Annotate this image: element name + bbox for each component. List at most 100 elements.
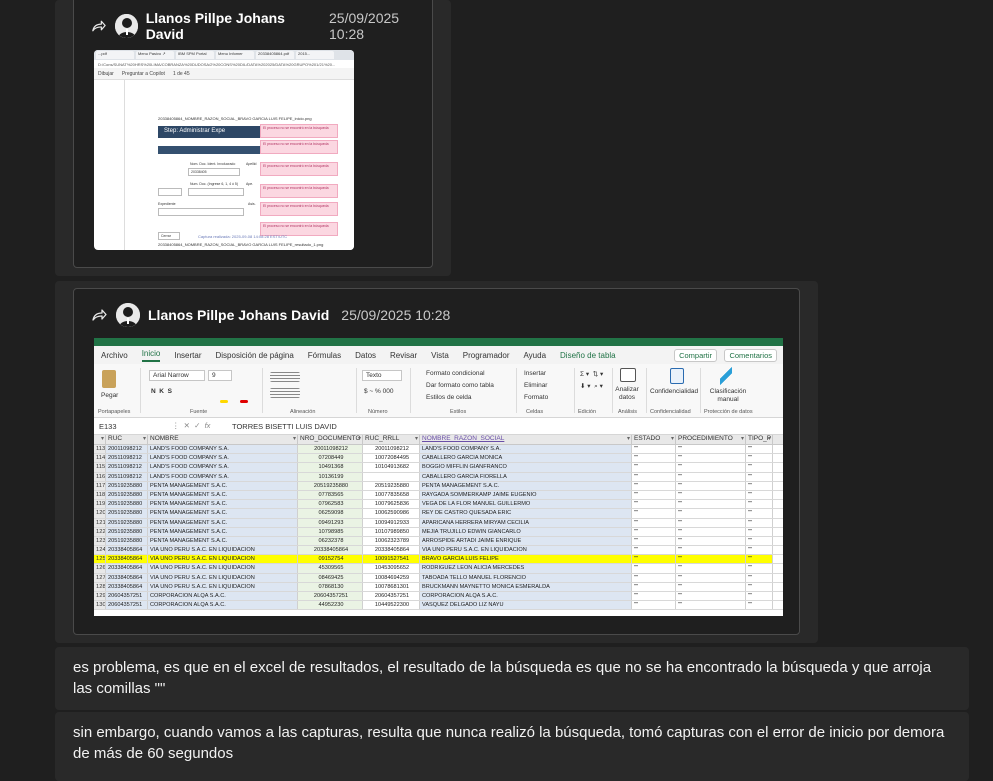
editing-icons: Σ ▾ ⇅ ▾ [580,371,604,378]
table-cell: 07208449 [298,454,363,463]
table-cell: CABALLERO GARCIA FIORELLA [420,472,632,481]
ribbon-separator [612,368,613,413]
table-cell: BRUCKMANN MAYNETTO MONICA ESMERALDA [420,582,632,591]
format-cells: Formato [524,394,549,401]
spreadsheet-grid: RUC NOMBRE NRO_DOCUMENTO RUC_RRLL NOMBRE… [94,435,783,611]
table-cell: "" [746,582,773,591]
table-cell: "" [746,527,773,536]
table-cell: BRAVO GARCIA LUIS FELIPE [420,555,632,564]
browser-tab: Menu Pasivo ↗ [136,51,174,59]
table-cell: "" [632,536,676,546]
align-icon [270,388,300,398]
table-cell: "" [676,454,746,463]
table-cell: 44952230 [298,601,363,610]
column-header: ESTADO [632,435,676,444]
table-cell: "" [676,490,746,500]
menu-datos: Datos [355,350,377,360]
forwarded-message-card[interactable]: Llanos Pillpe Johans David 25/09/2025 10… [73,0,433,268]
table-cell: "" [632,592,676,601]
table-cell: "" [632,527,676,536]
table-cell [363,472,420,481]
share-button-thumb: Compartir [674,349,717,362]
table-cell: 20338405864 [106,546,148,555]
excel-menu: Archivo Inicio Insertar Disposición de p… [94,346,783,364]
forwarded-message-card[interactable]: Llanos Pillpe Johans David 25/09/2025 10… [73,288,800,635]
table-row: 122 20519235880 PENTA MANAGEMENT S.A.C. 107… [94,527,783,537]
table-cell: "" [746,564,773,573]
table-cell: 10453095652 [363,564,420,573]
table-cell: RODRIGUEZ LEON ALICIA MERCEDES [420,564,632,573]
menu-vista: Vista [431,350,449,360]
person-avatar-icon [115,14,138,38]
analyze-icon [620,368,636,382]
table-cell: 20604357251 [106,601,148,610]
table-cell: 20011098212 [298,445,363,454]
font-size-box: 9 [208,370,232,381]
table-cell: PENTA MANAGEMENT S.A.C. [148,500,298,509]
table-cell: "" [746,463,773,472]
classification-icon [720,366,732,386]
sender-name[interactable]: Llanos Pillpe Johans David [148,307,329,323]
table-row: 124 20338405864 VIA UNO PERU S.A.C. EN LIQ… [94,546,783,556]
table-cell: VIA UNO PERU S.A.C. EN LIQUIDACION [148,582,298,591]
browser-tab: 20338405864.pdf [256,51,294,59]
table-cell: 20338405864 [106,564,148,573]
conditional-format: Formato condicional [426,370,485,377]
table-cell: 20511098212 [106,463,148,472]
excel-ribbon: Pegar Arial Narrow 9 N K S Texto $ ~ % 0… [94,364,783,418]
row-number: 125 [94,555,106,564]
ribbon-separator [516,368,517,413]
group-label: Edición [578,409,597,415]
ribbon-separator [574,368,575,413]
table-cell: PENTA MANAGEMENT S.A.C. [148,509,298,518]
menu-diseno-tabla: Diseño de tabla [560,350,616,360]
table-row: 117 20519235880 PENTA MANAGEMENT S.A.C. 205… [94,481,783,491]
field-label: Apellid [246,162,257,166]
field-label: Expediente [158,202,176,206]
table-row: 115 20511098212 LAND'S FOOD COMPANY S.A. 10… [94,463,783,473]
forward-icon [92,20,106,32]
cell-ref: E133 [99,422,117,431]
formula-value: TORRES BISETTI LUIS DAVID [232,422,337,431]
table-cell: 10079625836 [363,500,420,509]
message-bubble[interactable]: sin embargo, cuando vamos a las capturas… [55,712,969,781]
attached-image[interactable]: Archivo Inicio Insertar Disposición de p… [94,338,783,616]
avatar[interactable] [116,303,140,327]
delete-cells: Eliminar [524,382,548,389]
error-box: El proceso no se encontró en la búsqueda [260,184,338,198]
column-header: PROCEDIMIENTO [676,435,746,444]
message-bubble[interactable]: es problema, es que en el excel de resul… [55,647,969,710]
table-cell: "" [632,546,676,555]
table-cell: 20511098212 [106,472,148,481]
caption-bottom: 20338405864_NOMBRE_RAZON_SOCIAL_BRAVO GA… [158,242,324,247]
table-cell: TABOADA TELLO MANUEL FLORENCIO [420,573,632,582]
table-cell: LAND'S FOOD COMPANY S.A. [148,463,298,472]
number-format-box: Texto [362,370,402,381]
table-cell: APARICANA HERRERA MIRYAM CECILIA [420,518,632,527]
ribbon-separator [356,368,357,413]
comments-button-thumb: Comentarios [724,349,777,362]
table-row: 119 20519235880 PENTA MANAGEMENT S.A.C. 079… [94,500,783,510]
table-cell: "" [632,500,676,509]
table-cell: 10136199 [298,472,363,481]
table-cell: "" [632,582,676,591]
table-cell: LAND'S FOOD COMPANY S.A. [148,472,298,481]
attached-image[interactable]: ...pdf Menu Pasivo ↗ IBM SPM Portal Menu… [94,50,354,250]
row-number: 127 [94,573,106,582]
table-cell: "" [632,601,676,610]
avatar[interactable] [115,14,138,38]
field-label: Asis. [248,202,256,206]
table-cell: 06259098 [298,509,363,518]
table-row: 120 20519235880 PENTA MANAGEMENT S.A.C. 062… [94,509,783,519]
table-cell: PENTA MANAGEMENT S.A.C. [148,518,298,527]
table-cell: "" [746,490,773,500]
sender-name[interactable]: Llanos Pillpe Johans David [146,10,317,42]
table-cell: "" [676,472,746,481]
table-cell: "" [676,546,746,555]
table-cell: "" [632,490,676,500]
table-cell: "" [746,546,773,555]
group-label: Análisis [618,409,637,415]
table-cell: 09152754 [298,555,363,564]
row-number: 130 [94,601,106,610]
table-cell: 06232378 [298,536,363,546]
